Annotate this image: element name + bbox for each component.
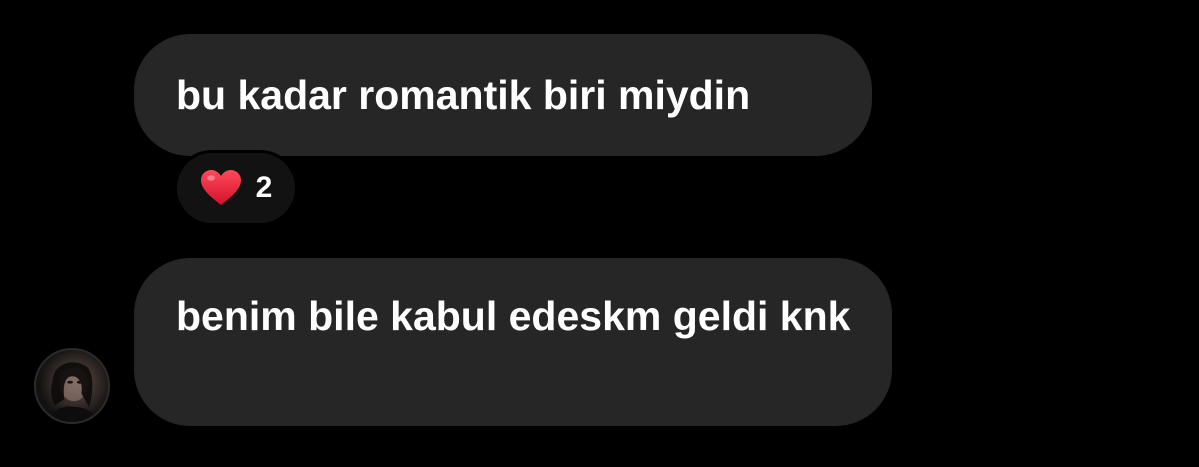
reaction-count: 2 — [255, 171, 273, 204]
user-avatar-photo — [47, 362, 99, 422]
message-bubble[interactable]: bu kadar romantik biri miydin — [134, 34, 872, 156]
avatar[interactable] — [34, 348, 110, 424]
message-bubble[interactable]: benim bile kabul edeskm geldi knk — [134, 258, 892, 426]
message-text: bu kadar romantik biri miydin — [176, 72, 751, 118]
message-text: benim bile kabul edeskm geldi knk — [176, 293, 851, 339]
reaction-badge[interactable]: 2 — [174, 150, 298, 226]
heart-icon — [200, 170, 241, 205]
